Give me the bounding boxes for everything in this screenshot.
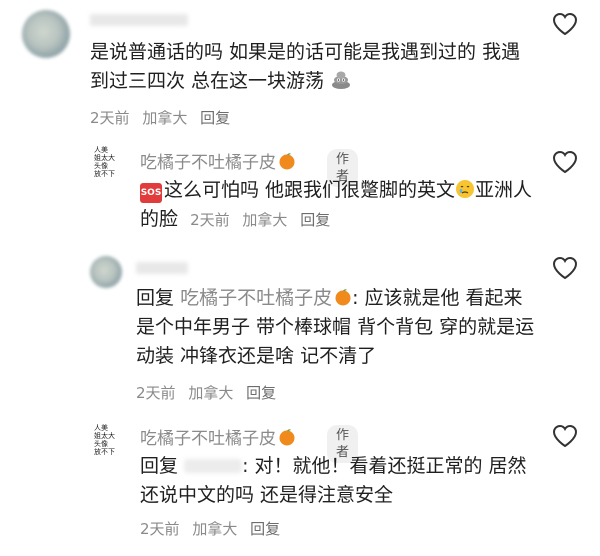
username-redacted[interactable] <box>90 14 188 26</box>
reply-button[interactable]: 回复 <box>300 211 330 229</box>
comment-meta: 2天前 加拿大 回复 <box>136 382 284 403</box>
like-heart-icon[interactable] <box>552 12 578 36</box>
avatar[interactable] <box>90 256 122 288</box>
sos-icon: SOS <box>140 183 162 203</box>
reply-button[interactable]: 回复 <box>246 384 276 402</box>
comment-meta: 2天前 加拿大 回复 <box>190 211 338 229</box>
reply-button[interactable]: 回复 <box>200 109 230 127</box>
orange-icon <box>279 153 295 170</box>
reply-prefix: 回复 <box>136 287 175 309</box>
poop-icon <box>332 71 351 89</box>
location: 加拿大 <box>142 109 188 127</box>
reply-button[interactable]: 回复 <box>250 520 280 538</box>
timestamp: 2天前 <box>140 520 180 538</box>
location: 加拿大 <box>192 520 238 538</box>
location: 加拿大 <box>188 384 234 402</box>
mention-username-redacted[interactable] <box>184 459 243 473</box>
comment-meta: 2天前 加拿大 回复 <box>140 518 288 539</box>
comment-meta: 2天前 加拿大 回复 <box>90 107 238 128</box>
orange-icon <box>335 289 351 306</box>
like-heart-icon[interactable] <box>552 256 578 280</box>
reply-prefix: 回复 <box>140 455 179 477</box>
comment-text: 是说普通话的吗 如果是的话可能是我遇到过的 我遇到过三四次 总在这一块游荡 <box>90 41 521 92</box>
username[interactable]: 吃橘子不吐橘子皮 <box>140 148 296 173</box>
comment-text: 回复 : 对！就他！看着还挺正常的 居然还说中文的吗 还是得注意安全 <box>140 455 527 506</box>
avatar[interactable]: 人美 姐太大 头像 放不下 <box>94 146 126 186</box>
timestamp: 2天前 <box>136 384 176 402</box>
avatar[interactable] <box>22 10 70 58</box>
timestamp: 2天前 <box>90 109 130 127</box>
orange-icon <box>279 429 295 446</box>
username-redacted[interactable] <box>136 262 188 274</box>
comment-text: 回复 吃橘子不吐橘子皮: 应该就是他 看起来是个中年男子 带个棒球帽 背个背包 … <box>136 287 535 367</box>
mention-username[interactable]: 吃橘子不吐橘子皮 <box>180 287 332 309</box>
username[interactable]: 吃橘子不吐橘子皮 <box>140 424 296 449</box>
crying-face-icon <box>456 180 475 198</box>
comment-text: SOS 这么可怕吗 他跟我们很蹩脚的英文 亚洲人的脸 2天前 加拿大 回复 <box>140 179 533 230</box>
like-heart-icon[interactable] <box>552 150 578 174</box>
timestamp: 2天前 <box>190 211 230 229</box>
location: 加拿大 <box>242 211 288 229</box>
avatar[interactable]: 人美 姐太大 头像 放不下 <box>94 424 126 464</box>
like-heart-icon[interactable] <box>552 424 578 448</box>
